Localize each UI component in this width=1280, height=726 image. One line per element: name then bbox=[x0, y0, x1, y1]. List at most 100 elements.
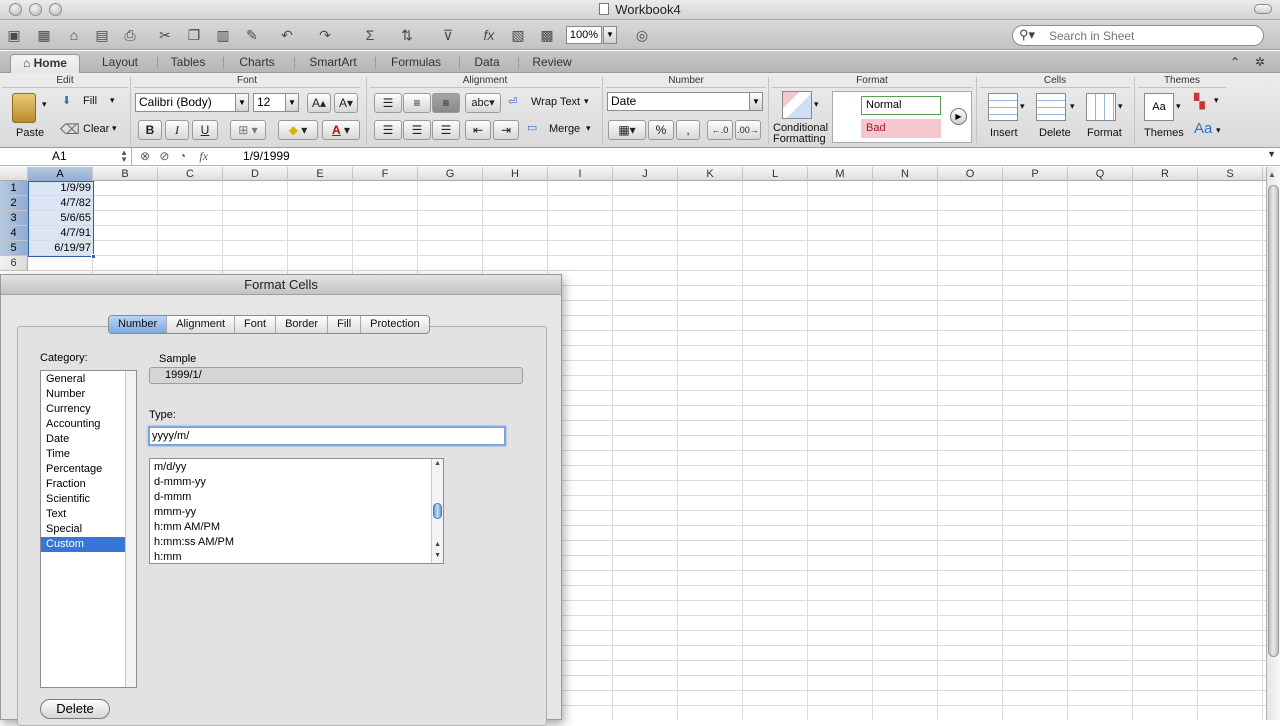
themes-button[interactable]: Themes bbox=[1144, 127, 1184, 139]
insert-button[interactable]: Insert bbox=[990, 127, 1018, 139]
sort-icon[interactable]: ⇅ bbox=[397, 25, 417, 45]
confirm-entry-icon[interactable]: ⊘ bbox=[159, 149, 169, 163]
autosum-icon[interactable]: Σ bbox=[360, 25, 380, 45]
row-header[interactable]: 4 bbox=[0, 226, 28, 241]
type-list-item[interactable]: d-mmm bbox=[154, 490, 191, 505]
paste-icon[interactable]: ▥ bbox=[213, 25, 233, 45]
row-header[interactable]: 6 bbox=[0, 256, 28, 271]
tab-smartart[interactable]: SmartArt bbox=[298, 54, 368, 73]
category-item[interactable]: General bbox=[41, 372, 125, 387]
decrease-font-button[interactable]: A▾ bbox=[334, 93, 358, 113]
font-size-dropdown-icon[interactable]: ▼ bbox=[285, 94, 298, 111]
name-box-stepper-icon[interactable]: ▲ ▼ bbox=[120, 149, 128, 164]
open-icon[interactable]: ⌂ bbox=[64, 25, 84, 45]
zoom-field[interactable]: 100% bbox=[566, 26, 602, 44]
decrease-decimal-button[interactable]: .00→ bbox=[735, 120, 761, 140]
format-cells-icon[interactable] bbox=[1086, 93, 1116, 121]
scroll-up-arrow-icon[interactable]: ▲ bbox=[1268, 170, 1278, 180]
font-size-combo[interactable]: 12 ▼ bbox=[253, 93, 299, 112]
paste-button[interactable]: Paste bbox=[16, 127, 44, 139]
name-box[interactable]: A1 ▲ ▼ bbox=[0, 148, 132, 165]
clear-dropdown-icon[interactable]: ▾ bbox=[112, 123, 117, 134]
column-header[interactable]: S bbox=[1198, 167, 1263, 181]
increase-font-button[interactable]: A▴ bbox=[307, 93, 331, 113]
column-header[interactable]: K bbox=[678, 167, 743, 181]
delete-cells-button[interactable]: Delete bbox=[1039, 127, 1071, 139]
type-list-item[interactable]: d-mmm-yy bbox=[154, 475, 206, 490]
column-header[interactable]: J bbox=[613, 167, 678, 181]
tab-fill[interactable]: Fill bbox=[328, 316, 362, 333]
fill-color-button[interactable]: ◆ ▾ bbox=[278, 120, 318, 140]
tab-border[interactable]: Border bbox=[276, 316, 329, 333]
insert-function-icon[interactable]: fx bbox=[199, 149, 208, 163]
tab-tables[interactable]: Tables bbox=[160, 54, 216, 73]
styles-next-arrow-icon[interactable]: ▶ bbox=[950, 108, 967, 125]
decrease-indent-button[interactable]: ⇤ bbox=[465, 120, 491, 140]
type-scroll-up-icon[interactable]: ▲ bbox=[434, 460, 441, 467]
delete-cells-icon[interactable] bbox=[1036, 93, 1066, 121]
number-format-dropdown-icon[interactable]: ▼ bbox=[749, 93, 762, 110]
conditional-formatting-icon[interactable] bbox=[782, 91, 812, 119]
themes-icon[interactable]: Aa bbox=[1144, 93, 1174, 121]
themes-dropdown-icon[interactable]: ▾ bbox=[1176, 101, 1181, 112]
fill-handle[interactable] bbox=[91, 254, 96, 259]
category-item[interactable]: Text bbox=[41, 507, 125, 522]
percent-button[interactable]: % bbox=[648, 120, 674, 140]
tab-home[interactable]: ⌂ Home bbox=[10, 54, 80, 73]
align-bottom-button[interactable]: ≡ bbox=[432, 93, 460, 113]
column-header[interactable]: B bbox=[93, 167, 158, 181]
column-header[interactable]: N bbox=[873, 167, 938, 181]
increase-decimal-button[interactable]: ←.0 bbox=[707, 120, 733, 140]
redo-icon[interactable]: ↷ bbox=[315, 25, 335, 45]
new-from-template-icon[interactable]: ▣ bbox=[4, 25, 24, 45]
accounting-format-button[interactable]: ▦▾ bbox=[608, 120, 646, 140]
insert-dropdown-icon[interactable]: ▾ bbox=[1020, 101, 1025, 112]
type-list-scroll-thumb[interactable] bbox=[433, 503, 442, 519]
borders-button[interactable]: ⊞ ▾ bbox=[230, 120, 266, 140]
category-item[interactable]: Number bbox=[41, 387, 125, 402]
collapse-ribbon-icon[interactable]: ⌃ bbox=[1226, 54, 1244, 73]
bold-button[interactable]: B bbox=[138, 120, 162, 140]
formula-bar-expand-icon[interactable]: ▼ bbox=[1267, 149, 1276, 159]
category-item[interactable]: Percentage bbox=[41, 462, 125, 477]
vertical-scroll-thumb[interactable] bbox=[1268, 185, 1279, 657]
column-header[interactable]: M bbox=[808, 167, 873, 181]
tab-number[interactable]: Number bbox=[109, 316, 168, 333]
format-dropdown-icon[interactable]: ▾ bbox=[1118, 101, 1123, 112]
align-center-button[interactable]: ☰ bbox=[403, 120, 431, 140]
formula-content[interactable]: 1/9/1999 bbox=[243, 148, 290, 165]
toolbox-icon[interactable]: ▧ bbox=[508, 25, 528, 45]
formula-icon[interactable]: ◔ bbox=[179, 149, 186, 163]
tab-review[interactable]: Review bbox=[522, 54, 582, 73]
tab-protection[interactable]: Protection bbox=[361, 316, 429, 333]
type-list-item[interactable]: m/d/yy bbox=[154, 460, 186, 475]
fill-dropdown-icon[interactable]: ▾ bbox=[110, 95, 115, 106]
tab-layout[interactable]: Layout bbox=[90, 54, 150, 73]
tab-alignment[interactable]: Alignment bbox=[167, 316, 236, 333]
column-header[interactable]: A bbox=[28, 167, 93, 181]
fill-button[interactable]: Fill bbox=[83, 95, 97, 107]
increase-indent-button[interactable]: ⇥ bbox=[493, 120, 519, 140]
font-name-combo[interactable]: Calibri (Body) ▼ bbox=[135, 93, 249, 112]
merge-button[interactable]: Merge bbox=[549, 123, 580, 135]
theme-colors-dropdown-icon[interactable]: ▾ bbox=[1214, 95, 1219, 106]
ribbon-options-icon[interactable]: ✲ bbox=[1250, 54, 1270, 73]
undo-icon[interactable]: ↶ bbox=[277, 25, 297, 45]
help-icon[interactable]: ◎ bbox=[632, 25, 652, 45]
style-normal[interactable]: Normal bbox=[861, 96, 941, 115]
row-header[interactable]: 2 bbox=[0, 196, 28, 211]
align-right-button[interactable]: ☰ bbox=[432, 120, 460, 140]
tab-data[interactable]: Data bbox=[462, 54, 512, 73]
type-scroll-down-icon[interactable]: ▼ bbox=[434, 552, 441, 559]
filter-icon[interactable]: ⊽ bbox=[438, 25, 458, 45]
column-header[interactable]: R bbox=[1133, 167, 1198, 181]
gallery-icon[interactable]: ▦ bbox=[34, 25, 54, 45]
column-header[interactable]: E bbox=[288, 167, 353, 181]
category-item[interactable]: Special bbox=[41, 522, 125, 537]
category-item[interactable]: Accounting bbox=[41, 417, 125, 432]
format-painter-icon[interactable]: ✎ bbox=[242, 25, 262, 45]
conditional-formatting-button-line2[interactable]: Formatting bbox=[773, 133, 826, 145]
type-scroll-up-lower-icon[interactable]: ▲ bbox=[434, 541, 441, 548]
column-header[interactable]: L bbox=[743, 167, 808, 181]
font-name-dropdown-icon[interactable]: ▼ bbox=[235, 94, 248, 111]
